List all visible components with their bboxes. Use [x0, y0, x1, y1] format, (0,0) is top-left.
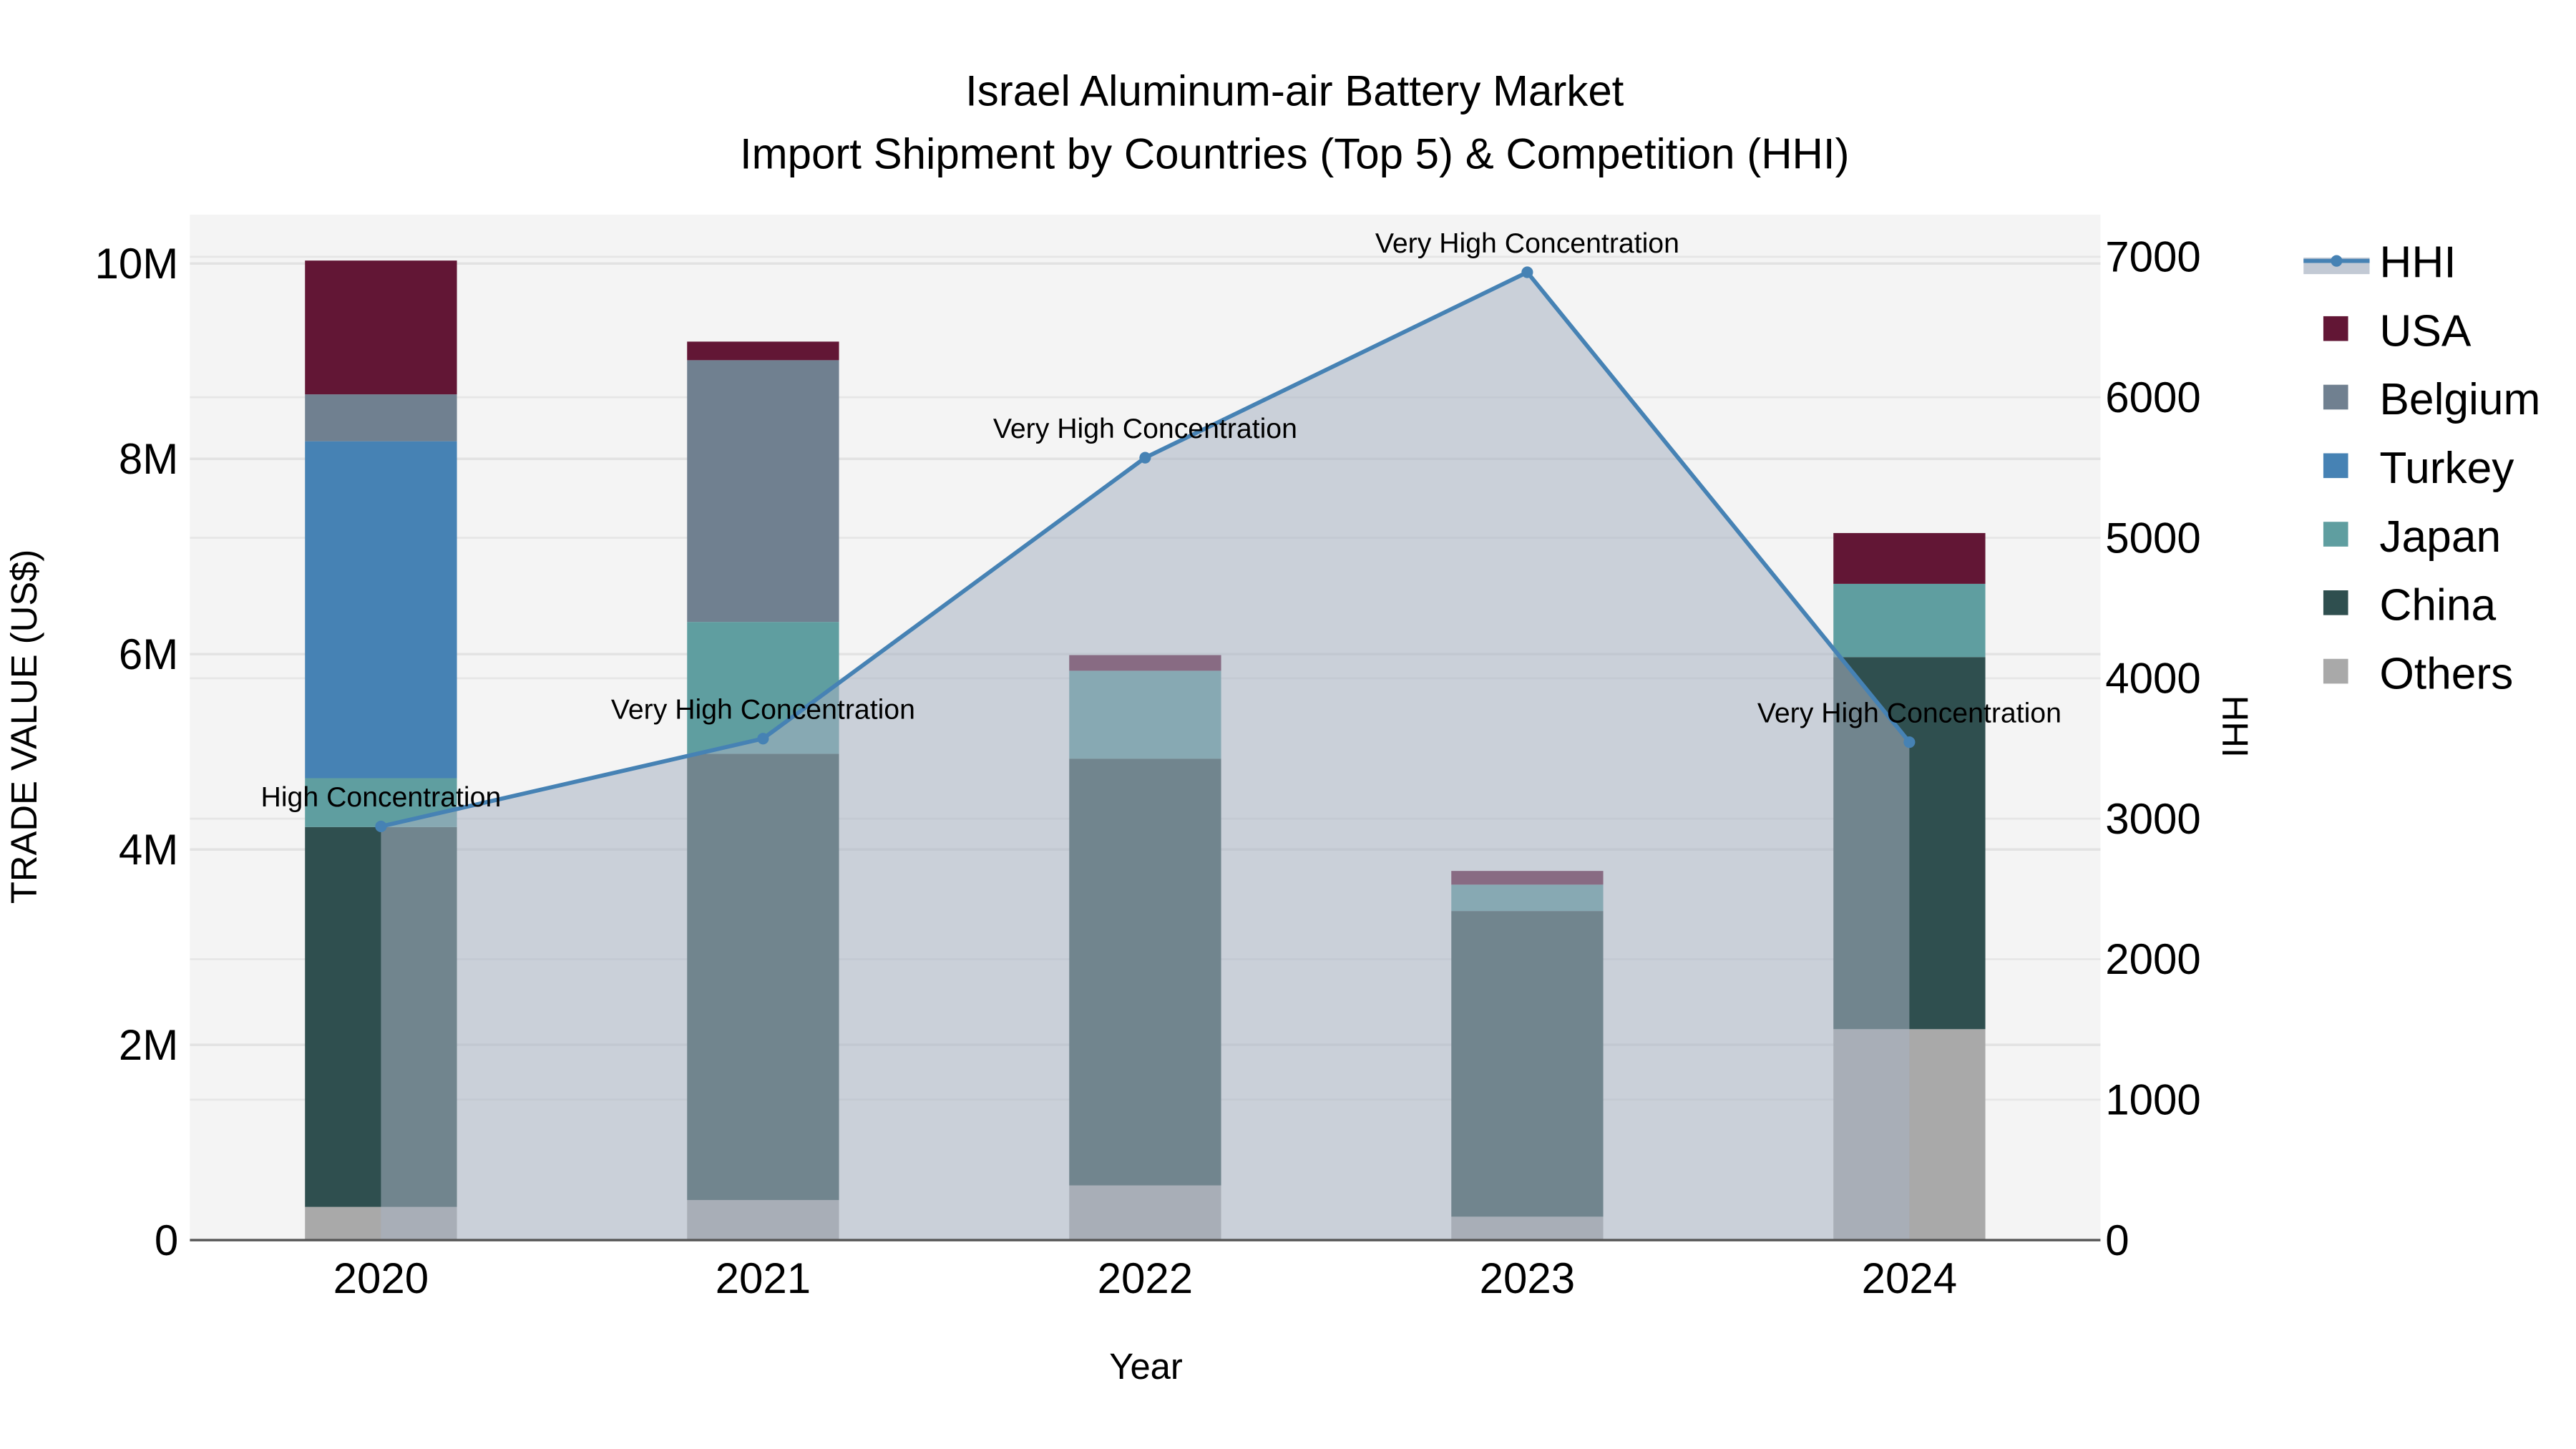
legend-item-china[interactable]: China [2379, 581, 2496, 630]
y2-tick-label: 1000 [2105, 1076, 2200, 1124]
legend-others-swatch [2323, 658, 2348, 684]
legend-china-swatch [2323, 590, 2348, 615]
y-tick-label: 4M [119, 826, 178, 874]
hhi-annotation: Very High Concentration [1757, 697, 2062, 728]
y-tick-label: 10M [95, 240, 179, 288]
y2-tick-label: 6000 [2105, 374, 2200, 421]
y2-tick-label: 2000 [2105, 935, 2200, 983]
y2-tick-label: 7000 [2105, 233, 2200, 281]
bar-usa-2020[interactable] [305, 260, 457, 395]
x-tick-label: 2024 [1862, 1254, 1957, 1302]
chart-title: Israel Aluminum-air Battery Market [965, 67, 1624, 115]
x-tick-label: 2022 [1098, 1254, 1193, 1302]
hhi-annotation: Very High Concentration [1375, 228, 1679, 259]
hhi-annotation: Very High Concentration [611, 694, 915, 726]
hhi-point-2021[interactable] [757, 733, 769, 745]
bar-belgium-2020[interactable] [305, 394, 457, 441]
legend-item-usa[interactable]: USA [2379, 306, 2472, 356]
y2-tick-label: 3000 [2105, 795, 2200, 843]
hhi-point-2022[interactable] [1139, 452, 1151, 464]
legend-item-others[interactable]: Others [2379, 649, 2513, 698]
legend-turkey-swatch [2323, 453, 2348, 479]
y2-axis-title: HHI [2215, 696, 2255, 758]
x-tick-label: 2020 [333, 1254, 429, 1302]
bar-japan-2024[interactable] [1833, 583, 1986, 658]
legend-usa-swatch [2323, 316, 2348, 341]
y-tick-label: 8M [119, 435, 178, 483]
x-tick-label: 2021 [716, 1254, 811, 1302]
y-tick-label: 2M [119, 1021, 178, 1069]
hhi-point-2020[interactable] [375, 820, 387, 833]
y2-tick-label: 4000 [2105, 655, 2200, 703]
bar-usa-2024[interactable] [1833, 532, 1986, 584]
hhi-annotation: High Concentration [261, 781, 502, 813]
legend-japan-swatch [2323, 522, 2348, 547]
hhi-point-2023[interactable] [1521, 266, 1533, 278]
legend-belgium-swatch [2323, 384, 2348, 410]
hhi-point-2024[interactable] [1903, 736, 1916, 748]
y2-tick-label: 0 [2105, 1216, 2129, 1264]
chart-subtitle: Import Shipment by Countries (Top 5) & C… [740, 130, 1850, 177]
bar-usa-2021[interactable] [687, 341, 839, 361]
x-axis-title: Year [1109, 1346, 1183, 1387]
bar-belgium-2021[interactable] [687, 360, 839, 623]
hhi-annotation: Very High Concentration [993, 413, 1297, 444]
y2-tick-label: 5000 [2105, 514, 2200, 562]
y-axis-title: TRADE VALUE (US$) [4, 550, 44, 904]
legend-item-belgium[interactable]: Belgium [2379, 375, 2540, 424]
bar-turkey-2020[interactable] [305, 441, 457, 779]
x-tick-label: 2023 [1480, 1254, 1575, 1302]
legend-item-japan[interactable]: Japan [2379, 512, 2501, 562]
chart: Israel Aluminum-air Battery Market Impor… [4, 67, 2541, 1387]
legend-item-turkey[interactable]: Turkey [2379, 444, 2514, 493]
y-tick-label: 0 [155, 1216, 178, 1264]
legend-item-hhi[interactable]: HHI [2379, 238, 2456, 288]
y-tick-label: 6M [119, 630, 178, 678]
legend-hhi-marker-icon [2331, 255, 2343, 267]
